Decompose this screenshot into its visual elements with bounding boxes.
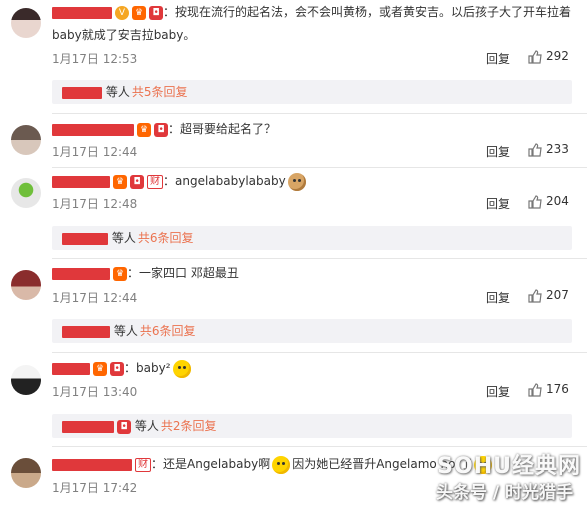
vip-badge-icon: ♛ (93, 361, 107, 376)
verified-icon: V (115, 5, 129, 20)
reply-button[interactable]: 回复 (486, 195, 510, 212)
sub-replies[interactable]: 等人 共6条回复 (52, 226, 572, 250)
like-button[interactable]: 204 (528, 194, 569, 209)
divider (52, 258, 587, 259)
avatar[interactable] (11, 365, 41, 395)
sub-replies-count[interactable]: 共6条回复 (140, 324, 196, 338)
username-redacted (62, 420, 114, 433)
watermark-sub: 头条号 / 时光猎手 (435, 483, 573, 503)
smiley-emoji-icon (272, 455, 291, 474)
timestamp: 1月17日 17:42 (52, 481, 138, 495)
like-icon (528, 382, 542, 397)
divider (52, 446, 587, 447)
divider (52, 113, 587, 114)
like-button[interactable]: 233 (528, 142, 569, 157)
reply-button[interactable]: 回复 (486, 383, 510, 400)
red-envelope-icon: ◘ (110, 361, 124, 376)
red-envelope-icon: ◘ (154, 122, 168, 137)
timestamp: 1月17日 12:44 (52, 145, 138, 159)
like-button[interactable]: 207 (528, 288, 569, 303)
sub-replies-count[interactable]: 共6条回复 (138, 231, 194, 245)
like-count: 176 (546, 382, 569, 396)
timestamp: 1月17日 13:40 (52, 385, 138, 399)
avatar[interactable] (11, 178, 41, 208)
like-icon (528, 288, 542, 303)
username-redacted[interactable] (52, 6, 112, 19)
comment-text-continued: baby就成了安吉拉baby。 (52, 28, 196, 42)
username-redacted[interactable] (52, 175, 110, 188)
red-envelope-icon: ◘ (149, 5, 163, 20)
reply-button[interactable]: 回复 (486, 289, 510, 306)
like-icon (528, 194, 542, 209)
comment-text: ：超哥要给起名了？ (168, 122, 277, 136)
wealth-badge: 财 (135, 457, 151, 472)
divider (52, 167, 587, 168)
wealth-badge: 财 (147, 174, 163, 189)
sub-replies-suffix: 等人 (113, 324, 138, 338)
like-count: 207 (546, 288, 569, 302)
dog-emoji-icon (287, 172, 306, 191)
sub-replies[interactable]: ◘ 等人 共2条回复 (52, 414, 572, 438)
like-count: 292 (546, 49, 569, 63)
username-redacted[interactable] (52, 123, 134, 136)
comment-text: ：angelababylababy (163, 174, 286, 188)
vip-badge-icon: ♛ (113, 266, 127, 281)
divider (52, 352, 587, 353)
sub-replies-suffix: 等人 (105, 85, 130, 99)
like-count: 233 (546, 142, 569, 156)
username-redacted[interactable] (52, 458, 132, 471)
vip-badge-icon: ♛ (113, 174, 127, 189)
sub-replies-suffix: 等人 (134, 419, 159, 433)
like-button[interactable]: 176 (528, 382, 569, 397)
comment-text: ：还是Angelababy啊 (151, 457, 271, 471)
sub-replies-suffix: 等人 (111, 231, 136, 245)
username-redacted[interactable] (52, 267, 110, 280)
like-button[interactable]: 292 (528, 49, 569, 64)
reply-button[interactable]: 回复 (486, 50, 510, 67)
red-envelope-icon: ◘ (117, 419, 131, 434)
username-redacted (62, 86, 102, 99)
timestamp: 1月17日 12:53 (52, 52, 138, 66)
sub-replies[interactable]: 等人 共6条回复 (52, 319, 572, 343)
like-icon (528, 49, 542, 64)
avatar[interactable] (11, 270, 41, 300)
sub-replies-count[interactable]: 共2条回复 (161, 419, 217, 433)
like-count: 204 (546, 194, 569, 208)
timestamp: 1月17日 12:44 (52, 291, 138, 305)
username-redacted[interactable] (52, 362, 90, 375)
username-redacted (62, 232, 108, 245)
username-redacted (62, 325, 110, 338)
avatar[interactable] (11, 125, 41, 155)
comment-text: ：一家四口 邓超最丑 (127, 266, 239, 280)
comment-text: ：baby² (124, 361, 171, 375)
watermark: SOHU经典网 (437, 454, 581, 479)
like-icon (528, 142, 542, 157)
red-envelope-icon: ◘ (130, 174, 144, 189)
vip-badge-icon: ♛ (132, 5, 146, 20)
smiley-emoji-icon (172, 359, 191, 378)
avatar[interactable] (11, 458, 41, 488)
vip-badge-icon: ♛ (137, 122, 151, 137)
reply-button[interactable]: 回复 (486, 143, 510, 160)
timestamp: 1月17日 12:48 (52, 197, 138, 211)
comment-text: ：按现在流行的起名法，会不会叫黄杨，或者黄安吉。以后孩子大了开车拉着 (163, 5, 572, 19)
avatar[interactable] (11, 8, 41, 38)
sub-replies[interactable]: 等人 共5条回复 (52, 80, 572, 104)
sub-replies-count[interactable]: 共5条回复 (132, 85, 188, 99)
